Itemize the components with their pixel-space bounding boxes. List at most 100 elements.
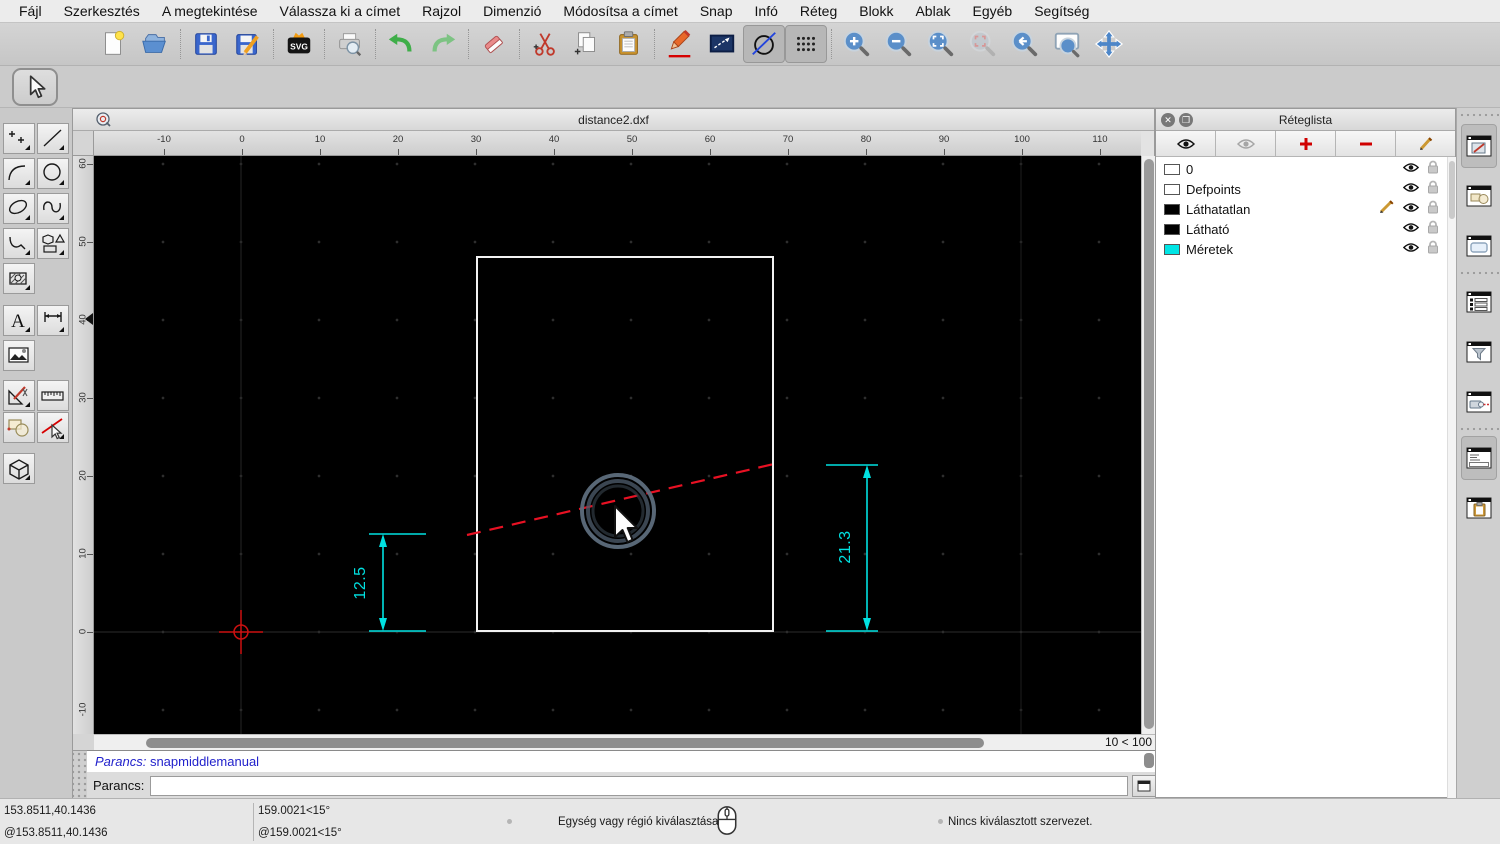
pan-button[interactable] xyxy=(1088,25,1130,63)
undo-button[interactable] xyxy=(380,25,422,63)
ellipses-tool-button[interactable] xyxy=(3,193,35,224)
svg-export-button[interactable]: SVG xyxy=(278,25,320,63)
layer-row-lathatatlan[interactable]: Láthatatlan xyxy=(1156,199,1447,219)
zoom-out-button[interactable] xyxy=(878,25,920,63)
layer-color-swatch[interactable] xyxy=(1164,183,1180,195)
new-file-button[interactable] xyxy=(92,25,134,63)
redo-button[interactable] xyxy=(422,25,464,63)
layer-scroll-thumb[interactable] xyxy=(1449,161,1455,219)
show-all-layers-button[interactable] xyxy=(1156,131,1216,157)
layer-color-swatch[interactable] xyxy=(1164,243,1180,255)
lines-tool-button[interactable] xyxy=(37,123,69,154)
zoom-selection-button[interactable] xyxy=(962,25,1004,63)
detach-panel-button[interactable]: ❐ xyxy=(1179,113,1193,127)
layer-lock-icon[interactable] xyxy=(1427,220,1439,239)
selection-list-dock-button[interactable] xyxy=(1461,280,1497,324)
layer-row-lathato[interactable]: Látható xyxy=(1156,219,1447,239)
menu-draw[interactable]: Rajzol xyxy=(411,3,472,19)
shapes-tool-button[interactable] xyxy=(37,228,69,259)
print-preview-button[interactable] xyxy=(329,25,371,63)
layer-visibility-icon[interactable] xyxy=(1402,160,1420,178)
delete-button[interactable] xyxy=(473,25,515,63)
command-input[interactable] xyxy=(150,775,1129,796)
filter-dock-button[interactable] xyxy=(1461,330,1497,374)
menu-snap[interactable]: Snap xyxy=(689,3,744,19)
detach-command-window-button[interactable] xyxy=(1132,774,1156,797)
dimension-right[interactable]: 21.3 xyxy=(826,464,878,632)
cut-button[interactable] xyxy=(524,25,566,63)
hide-all-layers-button[interactable] xyxy=(1216,131,1276,157)
layer-lock-icon[interactable] xyxy=(1427,240,1439,259)
menu-file[interactable]: Fájl xyxy=(8,3,53,19)
snap-restriction-button[interactable] xyxy=(37,412,69,443)
layer-list-scrollbar[interactable] xyxy=(1447,157,1456,798)
remove-layer-button[interactable] xyxy=(1336,131,1396,157)
cad-tools-button[interactable] xyxy=(3,380,35,411)
menu-view[interactable]: A megtekintése xyxy=(151,3,269,19)
horizontal-scroll-thumb[interactable] xyxy=(146,738,984,748)
modify-tool-button[interactable] xyxy=(3,412,35,443)
dimension-left[interactable]: 12.5 xyxy=(352,533,426,632)
save-button[interactable] xyxy=(185,25,227,63)
menu-misc[interactable]: Egyéb xyxy=(962,3,1024,19)
paste-button[interactable] xyxy=(608,25,650,63)
menu-dimension[interactable]: Dimenzió xyxy=(472,3,552,19)
window-zoom-button[interactable] xyxy=(1046,25,1088,63)
dimensions-tool-button[interactable] xyxy=(37,305,69,336)
edit-layer-button[interactable] xyxy=(1396,131,1455,157)
canvas-vertical-scrollbar[interactable] xyxy=(1141,156,1156,734)
layer-visibility-icon[interactable] xyxy=(1402,180,1420,198)
property-editor-dock-button[interactable] xyxy=(1461,224,1497,268)
layer-list-dock-button[interactable] xyxy=(1461,124,1497,168)
add-layer-button[interactable] xyxy=(1276,131,1336,157)
hatches-tool-button[interactable] xyxy=(3,263,35,294)
command-history-scroll-thumb[interactable] xyxy=(1144,753,1154,768)
view-dock-button[interactable] xyxy=(1461,380,1497,424)
circle-line-button[interactable] xyxy=(743,25,785,63)
layer-lock-icon[interactable] xyxy=(1427,200,1439,219)
layer-color-swatch[interactable] xyxy=(1164,163,1180,175)
polylines-tool-button[interactable] xyxy=(3,228,35,259)
selection-window-button[interactable] xyxy=(701,25,743,63)
layer-row-defpoints[interactable]: Defpoints xyxy=(1156,179,1447,199)
previous-view-button[interactable] xyxy=(1004,25,1046,63)
layer-visibility-icon[interactable] xyxy=(1402,200,1420,218)
open-file-button[interactable] xyxy=(134,25,176,63)
grid-toggle-button[interactable] xyxy=(785,25,827,63)
menu-block[interactable]: Blokk xyxy=(848,3,904,19)
vertical-scroll-thumb[interactable] xyxy=(1144,159,1154,729)
rectangle-entity[interactable] xyxy=(476,256,774,632)
close-panel-button[interactable]: ✕ xyxy=(1161,113,1175,127)
images-tool-button[interactable] xyxy=(3,340,35,371)
command-dock-handle[interactable] xyxy=(73,750,87,799)
drawing-window-titlebar[interactable]: distance2.dxf xyxy=(73,109,1154,131)
canvas-horizontal-scrollbar[interactable] xyxy=(94,734,1084,750)
arcs-tool-button[interactable] xyxy=(3,158,35,189)
menu-modify[interactable]: Módosítsa a címet xyxy=(552,3,688,19)
save-as-button[interactable] xyxy=(227,25,269,63)
zoom-in-button[interactable] xyxy=(836,25,878,63)
layer-color-swatch[interactable] xyxy=(1164,223,1180,235)
text-tool-button[interactable]: A xyxy=(3,305,35,336)
measure-tool-button[interactable] xyxy=(37,380,69,411)
layer-visibility-icon[interactable] xyxy=(1402,240,1420,258)
clipboard-dock-button[interactable] xyxy=(1461,486,1497,530)
points-tool-button[interactable] xyxy=(3,123,35,154)
menu-select[interactable]: Válassza ki a címet xyxy=(269,3,412,19)
splines-tool-button[interactable] xyxy=(37,193,69,224)
layer-lock-icon[interactable] xyxy=(1427,160,1439,179)
menu-info[interactable]: Infó xyxy=(744,3,789,19)
block-list-dock-button[interactable] xyxy=(1461,174,1497,218)
command-line-dock-button[interactable] xyxy=(1461,436,1497,480)
selection-pointer-button[interactable] xyxy=(12,68,58,106)
auto-zoom-button[interactable] xyxy=(920,25,962,63)
menu-window[interactable]: Ablak xyxy=(904,3,961,19)
menu-edit[interactable]: Szerkesztés xyxy=(53,3,151,19)
layer-row-meretek[interactable]: Méretek xyxy=(1156,239,1447,259)
draw-order-button[interactable] xyxy=(659,25,701,63)
layer-visibility-icon[interactable] xyxy=(1402,220,1420,238)
layer-row-0[interactable]: 0 xyxy=(1156,159,1447,179)
menu-help[interactable]: Segítség xyxy=(1023,3,1100,19)
copy-button[interactable] xyxy=(566,25,608,63)
layer-lock-icon[interactable] xyxy=(1427,180,1439,199)
